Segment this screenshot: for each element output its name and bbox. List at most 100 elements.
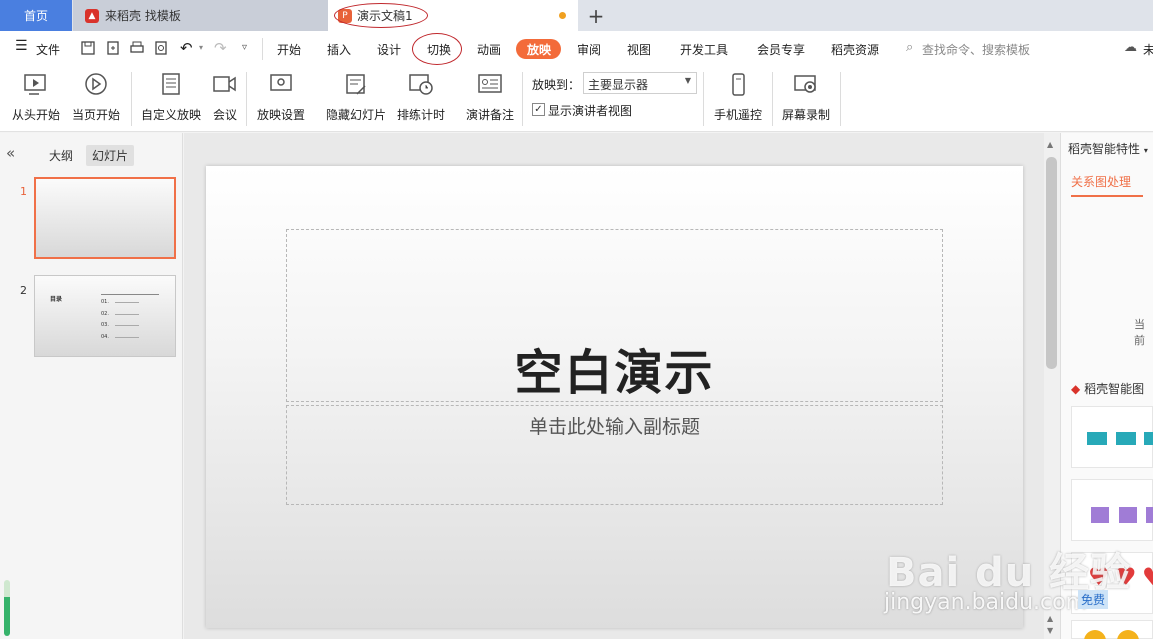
file-menu[interactable]: 文件 — [36, 41, 60, 58]
tab-relationship-diagram[interactable]: 关系图处理 — [1071, 173, 1131, 190]
speaker-notes-button[interactable]: 演讲备注 — [466, 72, 514, 123]
smart-features-header[interactable]: 稻壳智能特性 ▾ — [1068, 140, 1148, 157]
play-from-start-icon — [24, 74, 46, 95]
quick-access-dropdown-icon[interactable]: ▿ — [242, 42, 247, 53]
diagram-template-card[interactable] — [1071, 479, 1153, 541]
tab-review[interactable]: 审阅 — [577, 41, 601, 58]
free-badge: 免费 — [1078, 590, 1109, 609]
tab-home-label: 首页 — [23, 9, 48, 23]
diagram-thumb — [1144, 432, 1153, 445]
meeting-icon — [213, 76, 236, 92]
diagram-template-card[interactable] — [1071, 620, 1153, 639]
scroll-page-down-icon[interactable]: ▼ — [1047, 626, 1053, 635]
thumb-title: 目录 — [50, 296, 63, 303]
scroll-page-up-icon[interactable]: ▲ — [1047, 614, 1053, 623]
phone-remote-button[interactable]: 手机遥控 — [714, 72, 762, 123]
meeting-button[interactable]: 会议 — [212, 72, 238, 123]
screen-record-label: 屏幕录制 — [782, 108, 831, 122]
speaker-notes-icon — [478, 74, 502, 93]
thumb-text-line — [115, 325, 139, 326]
tab-template[interactable]: ▲ 来稻壳 找模板 — [73, 0, 328, 31]
screen-record-icon — [794, 75, 816, 93]
tab-member[interactable]: 会员专享 — [757, 41, 805, 58]
tab-developer[interactable]: 开发工具 — [680, 41, 728, 58]
diagram-thumb — [1119, 507, 1137, 523]
print-preview-icon[interactable] — [153, 40, 169, 56]
custom-show-button[interactable]: 自定义放映 — [141, 72, 201, 123]
show-to-select[interactable]: 主要显示器 ▼ — [583, 72, 697, 94]
tab-slideshow[interactable]: 放映 — [527, 41, 551, 58]
tab-design[interactable]: 设计 — [377, 41, 401, 58]
print-icon[interactable] — [129, 40, 145, 56]
current-page-button[interactable]: 当页开始 — [72, 72, 120, 123]
slide-thumbnail-1[interactable] — [34, 177, 176, 259]
tab-home[interactable]: 首页 — [0, 0, 72, 31]
meeting-label: 会议 — [212, 108, 237, 122]
cloud-icon[interactable]: ☁ — [1124, 40, 1137, 55]
docer-logo-icon: ◆ — [1071, 382, 1081, 396]
watermark-url: jingyan.baidu.com — [884, 590, 1088, 615]
tab-view[interactable]: 视图 — [627, 41, 651, 58]
rehearse-button[interactable]: 排练计时 — [397, 72, 445, 123]
collapse-panel-icon[interactable]: « — [6, 144, 15, 162]
hide-slide-button[interactable]: 隐藏幻灯片 — [326, 72, 386, 123]
divider — [246, 72, 247, 126]
show-settings-label: 放映设置 — [257, 108, 306, 122]
tab-animation[interactable]: 动画 — [477, 41, 501, 58]
tab-outline[interactable]: 大纲 — [43, 145, 79, 166]
tab-template-label: 来稻壳 找模板 — [105, 9, 181, 23]
thumb-item: 04. — [101, 334, 109, 340]
unsaved-dot-icon — [559, 12, 566, 19]
divider — [262, 38, 263, 60]
tab-slides[interactable]: 幻灯片 — [86, 145, 135, 166]
cloud-label[interactable]: 未 — [1143, 41, 1153, 58]
custom-show-icon — [162, 73, 180, 95]
tab-insert[interactable]: 插入 — [327, 41, 351, 58]
export-pdf-icon[interactable] — [105, 40, 121, 56]
scroll-up-icon[interactable]: ▲ — [1047, 140, 1053, 149]
hide-slide-icon — [346, 74, 366, 95]
annotation-circle — [412, 33, 462, 65]
annotation-circle — [334, 3, 428, 28]
show-to-value: 主要显示器 — [588, 78, 649, 92]
slide-number: 1 — [20, 185, 27, 198]
undo-icon[interactable]: ↶ — [180, 39, 193, 57]
from-start-button[interactable]: 从头开始 — [12, 72, 60, 123]
divider — [772, 72, 773, 126]
divider — [840, 72, 841, 126]
diagram-thumb — [1091, 507, 1109, 523]
tab-start[interactable]: 开始 — [277, 41, 301, 58]
custom-show-label: 自定义放映 — [141, 108, 202, 122]
presenter-view-checkbox[interactable]: ✓ — [532, 103, 545, 116]
search-icon: ⌕ — [906, 40, 914, 55]
from-start-label: 从头开始 — [12, 108, 61, 122]
show-settings-button[interactable]: 放映设置 — [257, 72, 305, 123]
divider — [522, 72, 523, 126]
panel-status-text: 当前 — [1134, 318, 1145, 347]
heart-icon: ♥ — [1142, 563, 1153, 591]
search-input[interactable]: 查找命令、搜索模板 — [922, 41, 1030, 58]
save-icon[interactable] — [80, 40, 96, 56]
diagram-thumb — [1116, 432, 1136, 445]
chevron-down-icon: ▾ — [1143, 146, 1148, 155]
undo-dropdown-icon[interactable]: ▾ — [199, 43, 203, 52]
slide-number: 2 — [20, 284, 27, 297]
redo-icon[interactable]: ↷ — [214, 39, 227, 57]
screen-record-button[interactable]: 屏幕录制 — [782, 72, 830, 123]
phone-remote-icon — [732, 73, 745, 96]
new-tab-button[interactable]: + — [582, 0, 610, 31]
tab-docer-resources[interactable]: 稻壳资源 — [831, 41, 879, 58]
speaker-notes-label: 演讲备注 — [466, 108, 515, 122]
thumb-text-line — [115, 337, 139, 338]
thumb-text-line — [115, 302, 139, 303]
scrollbar-thumb[interactable] — [1046, 157, 1057, 369]
slide-subtitle[interactable]: 单击此处输入副标题 — [286, 412, 943, 439]
hamburger-icon[interactable]: ☰ — [15, 38, 28, 54]
diagram-template-card[interactable] — [1071, 406, 1153, 468]
slide-title[interactable]: 空白演示 — [286, 333, 943, 403]
docer-logo-icon: ▲ — [85, 8, 99, 23]
diagram-thumb — [1146, 507, 1153, 523]
thumb-text-line — [115, 314, 139, 315]
divider — [131, 72, 132, 126]
rehearse-label: 排练计时 — [397, 108, 446, 122]
